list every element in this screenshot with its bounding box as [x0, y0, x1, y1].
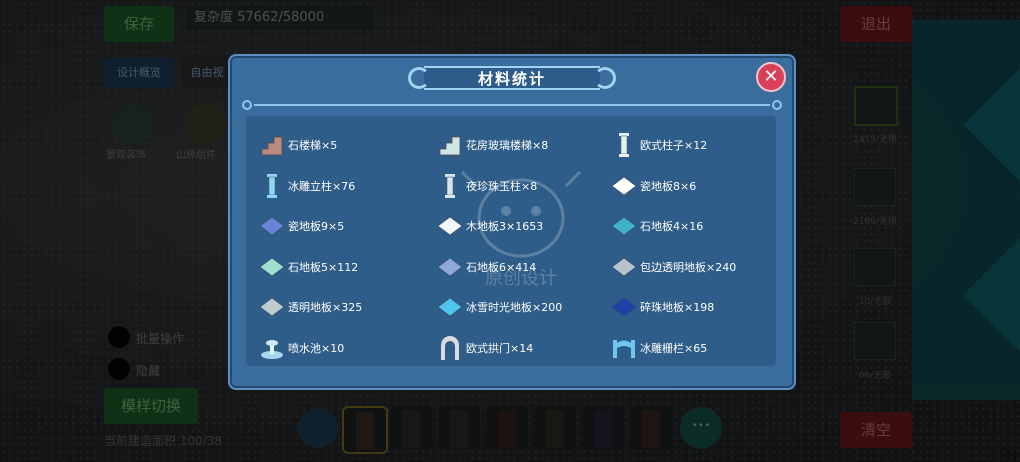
floor-tile-icon: [611, 297, 637, 317]
material-item: 石地板5×112: [258, 252, 434, 282]
title-divider: [242, 100, 782, 110]
material-item: 瓷地板9×5: [258, 211, 434, 241]
material-label: 石地板6×414: [466, 260, 537, 274]
arch-door-icon: [441, 335, 459, 360]
floor-tile-icon: [259, 257, 285, 276]
material-item: 花房玻璃楼梯×8: [436, 130, 612, 160]
floor-tile-icon: [611, 257, 637, 276]
material-list: 原创设计 石楼梯×5 花房玻璃楼梯×8 欧式柱子×12 冰雕立柱×76 夜珍珠玉柱×8 瓷…: [246, 116, 776, 366]
floor-tile-icon: [437, 257, 463, 276]
material-item: 木地板3×1653: [436, 211, 612, 241]
material-item: 夜珍珠玉柱×8: [436, 171, 612, 201]
material-item: 石地板4×16: [610, 211, 786, 241]
floor-tile-icon: [611, 176, 637, 195]
material-item: 喷水池×10: [258, 333, 434, 363]
material-item: 冰雕立柱×76: [258, 171, 434, 201]
material-label: 冰雕立柱×76: [288, 179, 356, 193]
material-item: 欧式柱子×12: [610, 130, 786, 160]
pillar-icon: [619, 133, 629, 157]
floor-tile-icon: [611, 216, 637, 236]
fountain-icon: [261, 339, 283, 359]
floor-tile-icon: [259, 297, 285, 317]
material-label: 欧式柱子×12: [640, 139, 708, 152]
material-label: 冰雕栅栏×65: [640, 341, 708, 355]
material-item: 冰雪时光地板×200: [436, 292, 612, 322]
material-item: 冰雕栅栏×65: [610, 333, 786, 363]
material-label: 喷水池×10: [288, 341, 345, 355]
ice-pillar-icon: [267, 173, 277, 198]
material-label: 石地板4×16: [640, 220, 704, 233]
material-label: 花房玻璃楼梯×8: [466, 139, 549, 152]
material-label: 石地板5×112: [288, 260, 359, 274]
material-label: 石楼梯×5: [288, 139, 338, 152]
glass-stairs-icon: [439, 136, 461, 156]
material-item: 欧式拱门×14: [436, 333, 612, 363]
material-label: 欧式拱门×14: [466, 341, 534, 355]
material-label: 夜珍珠玉柱×8: [466, 179, 538, 193]
material-item: 碎珠地板×198: [610, 292, 786, 322]
material-label: 透明地板×325: [288, 301, 363, 314]
stairs-icon: [261, 136, 283, 156]
material-item: 石楼梯×5: [258, 130, 434, 160]
material-stats-dialog: 材料统计 ✕ 原创设计 石楼梯×5 花房玻璃楼梯×8 欧式柱子×12 冰雕立柱×76 夜…: [228, 54, 796, 390]
material-item: 瓷地板8×6: [610, 171, 786, 201]
floor-tile-icon: [437, 216, 463, 236]
close-button[interactable]: ✕: [756, 62, 786, 92]
material-label: 木地板3×1653: [466, 220, 544, 233]
material-item: 包边透明地板×240: [610, 252, 786, 282]
floor-tile-icon: [437, 297, 463, 317]
material-label: 瓷地板9×5: [288, 220, 345, 233]
material-label: 碎珠地板×198: [640, 301, 715, 314]
ice-fence-icon: [613, 339, 635, 358]
dialog-title-plate: 材料统计: [408, 64, 616, 92]
pearl-pillar-icon: [445, 173, 455, 198]
material-item: 透明地板×325: [258, 292, 434, 322]
floor-tile-icon: [259, 216, 285, 236]
dialog-title: 材料统计: [477, 70, 546, 88]
material-label: 包边透明地板×240: [640, 260, 737, 274]
material-item: 石地板6×414: [436, 252, 612, 282]
material-label: 瓷地板8×6: [640, 179, 697, 193]
material-label: 冰雪时光地板×200: [466, 301, 563, 314]
